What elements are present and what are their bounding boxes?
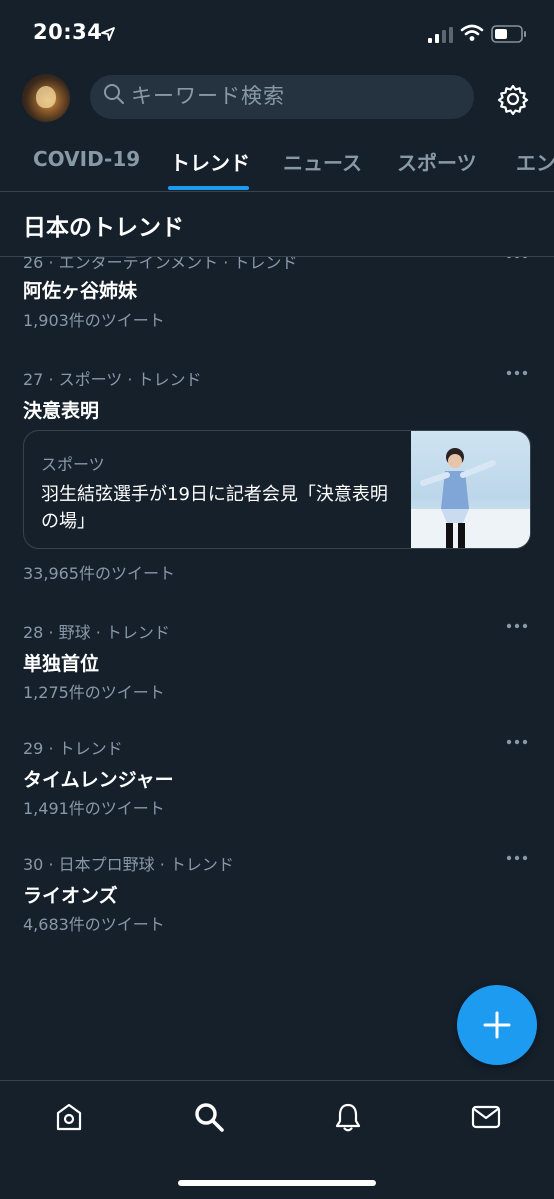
compose-tweet-button[interactable] xyxy=(457,985,537,1065)
trend-item[interactable]: 30 · 日本プロ野球 · トレンド ライオンズ 4,683件のツイート xyxy=(0,845,554,945)
home-indicator xyxy=(178,1180,376,1186)
figure-skater-illustration xyxy=(411,448,530,548)
trend-meta: 27 · スポーツ · トレンド xyxy=(23,370,202,389)
section-title: 日本のトレンド xyxy=(23,215,184,241)
explore-tabs: COVID-19 トレンド ニュース スポーツ エン xyxy=(0,130,554,192)
trend-item[interactable]: 28 · 野球 · トレンド 単独首位 1,275件のツイート xyxy=(0,613,554,713)
tweet-count: 33,965件のツイート xyxy=(23,564,175,583)
tweet-count: 1,903件のツイート xyxy=(23,311,165,330)
trend-item[interactable]: 26 · エンターテインメント · トレンド 阿佐ヶ谷姉妹 1,903件のツイー… xyxy=(0,257,554,333)
more-options-icon[interactable] xyxy=(506,257,528,259)
notifications-bell-icon[interactable] xyxy=(332,1101,364,1133)
news-thumbnail-image xyxy=(411,431,530,548)
tab-entertainment[interactable]: エン xyxy=(516,147,554,176)
search-icon[interactable] xyxy=(193,1101,225,1133)
tab-sports[interactable]: スポーツ xyxy=(397,147,477,176)
search-icon xyxy=(104,84,124,104)
trend-name: タイムレンジャー xyxy=(23,769,174,791)
search-placeholder[interactable]: キーワード検索 xyxy=(131,80,285,110)
messages-envelope-icon[interactable] xyxy=(470,1101,502,1133)
battery-icon xyxy=(491,25,526,43)
news-headline: 羽生結弦選手が19日に記者会見「決意表明の場」 xyxy=(41,484,388,532)
trend-meta: 26 · エンターテインメント · トレンド xyxy=(23,257,298,272)
trend-meta: 30 · 日本プロ野球 · トレンド xyxy=(23,855,234,874)
cellular-signal-icon xyxy=(428,27,453,43)
location-arrow-icon xyxy=(101,27,115,41)
trend-list: 26 · エンターテインメント · トレンド 阿佐ヶ谷姉妹 1,903件のツイー… xyxy=(0,257,554,1079)
home-icon[interactable] xyxy=(53,1101,85,1133)
trend-name: 阿佐ヶ谷姉妹 xyxy=(23,280,138,302)
tab-trends[interactable]: トレンド xyxy=(170,147,250,176)
more-options-icon[interactable] xyxy=(506,370,528,376)
tweet-count: 1,491件のツイート xyxy=(23,799,165,818)
trend-meta: 28 · 野球 · トレンド xyxy=(23,623,170,642)
news-card[interactable]: スポーツ 羽生結弦選手が19日に記者会見「決意表明の場」 xyxy=(23,430,531,549)
trend-meta: 29 · トレンド xyxy=(23,739,123,758)
tweet-count: 4,683件のツイート xyxy=(23,915,165,934)
status-time: 20:34 xyxy=(33,20,103,44)
trend-item[interactable]: 27 · スポーツ · トレンド 決意表明 スポーツ 羽生結弦選手が19日に記者… xyxy=(0,360,554,590)
tab-news[interactable]: ニュース xyxy=(283,147,362,176)
news-category: スポーツ xyxy=(41,455,105,474)
profile-avatar[interactable] xyxy=(22,74,70,122)
plus-icon xyxy=(483,1011,511,1039)
more-options-icon[interactable] xyxy=(506,739,528,745)
trend-name: ライオンズ xyxy=(23,885,118,907)
tab-covid-19[interactable]: COVID-19 xyxy=(33,147,140,171)
gear-icon[interactable] xyxy=(497,83,529,115)
more-options-icon[interactable] xyxy=(506,855,528,861)
header: キーワード検索 xyxy=(0,70,554,130)
wifi-icon xyxy=(460,24,484,41)
trend-item[interactable]: 29 · トレンド タイムレンジャー 1,491件のツイート xyxy=(0,729,554,829)
more-options-icon[interactable] xyxy=(506,623,528,629)
trend-name: 単独首位 xyxy=(23,653,100,675)
trend-name: 決意表明 xyxy=(23,400,100,422)
active-tab-indicator xyxy=(168,186,249,190)
status-bar: 20:34 xyxy=(0,0,554,70)
tweet-count: 1,275件のツイート xyxy=(23,683,165,702)
